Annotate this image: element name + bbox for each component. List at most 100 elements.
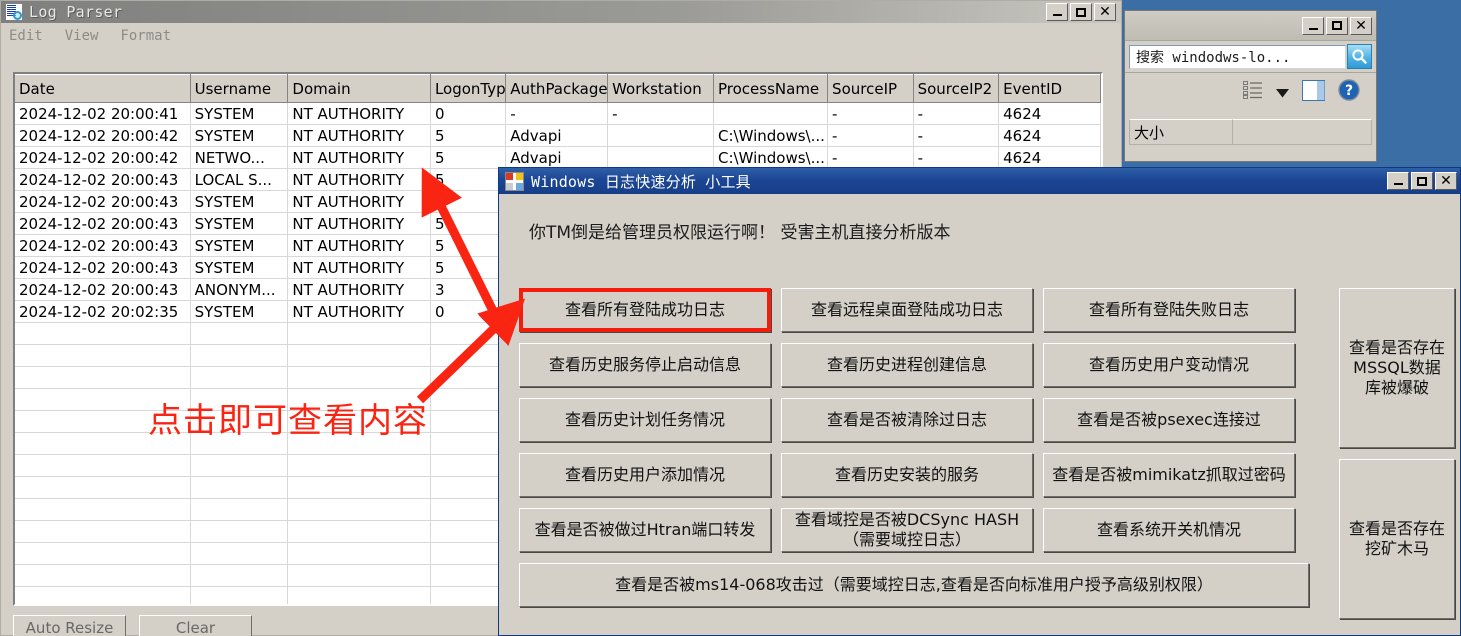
tool-button-ms14-068[interactable]: 查看是否被ms14-068攻击过（需要域控日志,查看是否向标准用户授予高级别权限… [519, 563, 1309, 607]
tool-button-row: 查看历史用户添加情况 查看历史安装的服务 查看是否被mimikatz抓取过密码 [519, 453, 1329, 497]
tool-side-button-column: 查看是否存在MSSQL数据库被爆破 查看是否存在挖矿木马 [1339, 288, 1459, 630]
tool-titlebar[interactable]: Windows 日志快速分析 小工具 [499, 168, 1460, 194]
column-header-workstation[interactable]: Workstation [607, 74, 714, 103]
column-header-size[interactable]: 大小 [1129, 119, 1233, 145]
table-cell [287, 476, 431, 499]
menu-item-edit[interactable]: Edit [9, 28, 43, 44]
table-cell: C:\Windows\... [713, 146, 829, 169]
chevron-down-icon[interactable] [1276, 83, 1289, 102]
table-cell [287, 520, 431, 543]
table-cell [430, 454, 507, 477]
table-cell [190, 520, 289, 543]
column-header-domain[interactable]: Domain [287, 74, 431, 103]
tool-button-4-1[interactable]: 查看域控是否被DCSync HASH（需要域控日志） [781, 508, 1033, 552]
table-cell [15, 542, 191, 565]
table-cell: SYSTEM [190, 124, 289, 147]
table-cell: SYSTEM [190, 102, 289, 125]
table-cell [190, 542, 289, 565]
clear-button[interactable]: Clear [139, 615, 252, 636]
explorer-maximize-button[interactable] [1326, 16, 1348, 35]
table-cell [190, 498, 289, 521]
tool-button-1-2[interactable]: 查看历史用户变动情况 [1043, 343, 1295, 387]
menu-item-format[interactable]: Format [120, 28, 171, 44]
annotation-text: 点击即可查看内容 [148, 401, 428, 441]
tool-button-3-1[interactable]: 查看历史安装的服务 [781, 453, 1033, 497]
table-cell [287, 344, 431, 367]
tool-button-3-2[interactable]: 查看是否被mimikatz抓取过密码 [1043, 453, 1295, 497]
table-cell [15, 366, 191, 389]
explorer-close-button[interactable] [1350, 16, 1372, 35]
maximize-button[interactable] [1070, 3, 1092, 21]
column-header-sourceip[interactable]: SourceIP [827, 74, 914, 103]
table-cell [190, 564, 289, 587]
tool-close-button[interactable] [1435, 172, 1457, 190]
tool-button-0-1[interactable]: 查看远程桌面登陆成功日志 [781, 288, 1033, 332]
explorer-minimize-button[interactable] [1302, 16, 1324, 35]
table-cell: NT AUTHORITY [287, 190, 431, 213]
column-header-authpackage[interactable]: AuthPackage [505, 74, 609, 103]
table-cell: - [505, 102, 609, 125]
table-cell [15, 586, 191, 604]
table-row[interactable]: 2024-12-02 20:00:41 SYSTEM NT AUTHORITY 0- -… [15, 102, 1101, 125]
tool-button-0-2[interactable]: 查看所有登陆失败日志 [1043, 288, 1295, 332]
svg-text:?: ? [1345, 83, 1353, 99]
log-parser-titlebar[interactable]: Log Parser [1, 1, 1121, 23]
tool-button-row: 查看历史计划任务情况 查看是否被清除过日志 查看是否被psexec连接过 [519, 398, 1329, 442]
table-cell: - [913, 124, 1000, 147]
table-cell: 5 [430, 168, 507, 191]
table-cell: SYSTEM [190, 234, 289, 257]
minimize-button[interactable] [1046, 3, 1068, 21]
table-cell [287, 498, 431, 521]
tool-side-button-0[interactable]: 查看是否存在MSSQL数据库被爆破 [1339, 288, 1455, 448]
table-cell: NT AUTHORITY [287, 300, 431, 323]
tool-button-4-2[interactable]: 查看系统开关机情况 [1043, 508, 1295, 552]
table-cell [287, 586, 431, 604]
table-cell [287, 322, 431, 345]
table-cell [713, 102, 829, 125]
tool-button-0-0[interactable]: 查看所有登陆成功日志 [519, 288, 771, 332]
table-cell: 4624 [998, 146, 1101, 169]
tool-button-2-0[interactable]: 查看历史计划任务情况 [519, 398, 771, 442]
table-cell [190, 476, 289, 499]
explorer-column-headers: 大小 [1125, 117, 1376, 147]
table-row[interactable]: 2024-12-02 20:00:42 NETWO... NT AUTHORITY 5… [15, 146, 1101, 169]
column-header-blank[interactable] [1232, 119, 1372, 145]
tool-maximize-button[interactable] [1411, 172, 1433, 190]
tool-button-2-2[interactable]: 查看是否被psexec连接过 [1043, 398, 1295, 442]
close-button[interactable] [1094, 3, 1116, 21]
column-header-eventid[interactable]: EventID [998, 74, 1101, 103]
tool-button-3-0[interactable]: 查看历史用户添加情况 [519, 453, 771, 497]
column-header-username[interactable]: Username [190, 74, 289, 103]
table-cell: NT AUTHORITY [287, 278, 431, 301]
tool-button-2-1[interactable]: 查看是否被清除过日志 [781, 398, 1033, 442]
table-cell: 4624 [998, 102, 1101, 125]
menu-item-view[interactable]: View [65, 28, 99, 44]
table-cell: NT AUTHORITY [287, 234, 431, 257]
tool-button-1-1[interactable]: 查看历史进程创建信息 [781, 343, 1033, 387]
explorer-toolbar: ? [1125, 73, 1376, 111]
tool-button-1-0[interactable]: 查看历史服务停止启动信息 [519, 343, 771, 387]
column-header-sourceip2[interactable]: SourceIP2 [913, 74, 1000, 103]
preview-pane-icon[interactable] [1302, 79, 1325, 105]
search-icon[interactable] [1347, 44, 1372, 69]
table-cell: NT AUTHORITY [287, 102, 431, 125]
help-icon[interactable]: ? [1338, 79, 1360, 105]
explorer-titlebar[interactable] [1125, 11, 1376, 41]
view-list-icon[interactable] [1243, 81, 1263, 103]
search-input[interactable]: 搜索 windodws-lo... [1129, 44, 1346, 69]
column-header-date[interactable]: Date [15, 74, 191, 103]
log-parser-icon [5, 3, 23, 21]
table-row[interactable]: 2024-12-02 20:00:42 SYSTEM NT AUTHORITY 5 Ad… [15, 124, 1101, 147]
tool-button-4-0[interactable]: 查看是否被做过Htran端口转发 [519, 508, 771, 552]
table-cell [430, 344, 507, 367]
tool-minimize-button[interactable] [1387, 172, 1409, 190]
table-cell: Advapi [505, 146, 609, 169]
column-header-logontype[interactable]: LogonType [430, 74, 507, 103]
tool-side-button-1[interactable]: 查看是否存在挖矿木马 [1339, 459, 1455, 619]
column-header-processname[interactable]: ProcessName [713, 74, 829, 103]
table-cell: 2024-12-02 20:00:42 [15, 124, 191, 147]
table-cell: 2024-12-02 20:00:42 [15, 146, 191, 169]
table-cell [430, 388, 507, 411]
auto-resize-button[interactable]: Auto Resize [13, 615, 126, 636]
log-parser-title: Log Parser [29, 3, 123, 21]
